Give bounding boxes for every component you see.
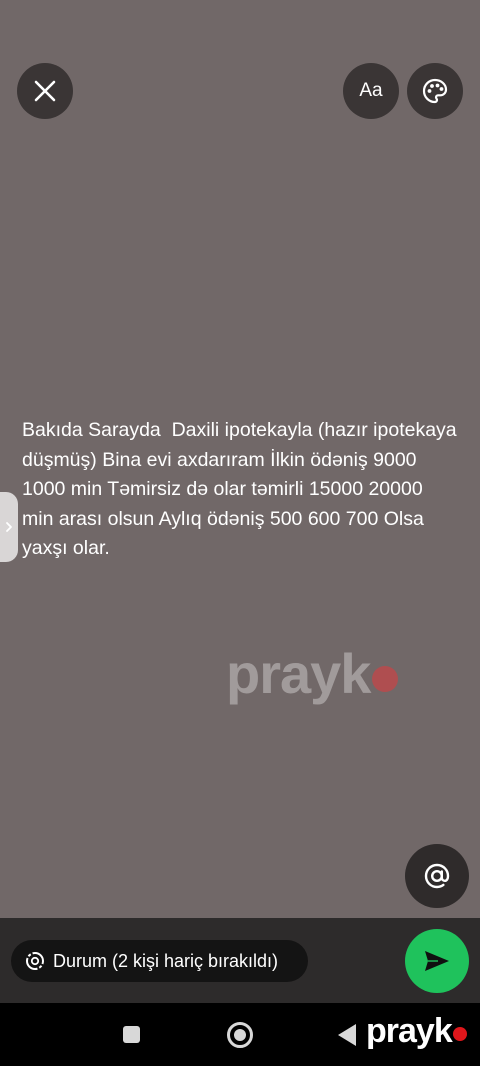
composer-bar: Durum (2 kişi hariç bırakıldı) <box>0 918 480 1003</box>
brand-text: prayk <box>366 1012 453 1050</box>
recents-icon[interactable] <box>123 1026 140 1043</box>
chevron-right-icon <box>6 522 12 532</box>
watermark-dot <box>372 666 399 692</box>
home-icon-center <box>234 1029 246 1041</box>
status-ring-icon <box>26 952 44 970</box>
brand-dot <box>452 1027 467 1041</box>
side-panel-handle[interactable] <box>0 492 18 562</box>
watermark-text: prayk <box>226 642 371 705</box>
send-icon <box>425 951 449 971</box>
close-icon <box>34 80 56 102</box>
brand-logo: prayk <box>366 1014 467 1048</box>
at-sign-icon <box>424 863 450 889</box>
mention-button[interactable] <box>405 844 469 908</box>
back-icon[interactable] <box>338 1024 356 1046</box>
font-style-button[interactable]: Aa <box>343 63 399 119</box>
font-style-label: Aa <box>359 80 383 101</box>
status-text[interactable]: Bakıda Sarayda Daxili ipotekayla (hazır … <box>22 416 458 564</box>
palette-icon <box>422 78 448 104</box>
audience-label: Durum (2 kişi hariç bırakıldı) <box>53 950 279 971</box>
system-navigation-bar: prayk <box>0 1003 480 1066</box>
color-palette-button[interactable] <box>407 63 463 119</box>
home-icon[interactable] <box>227 1022 253 1048</box>
send-button[interactable] <box>405 929 469 993</box>
status-canvas[interactable]: Aa Bakıda Sarayda Daxili ipotekayla (haz… <box>0 0 480 918</box>
watermark-logo: prayk <box>226 642 399 705</box>
close-button[interactable] <box>17 63 73 119</box>
audience-selector[interactable]: Durum (2 kişi hariç bırakıldı) <box>11 940 308 982</box>
